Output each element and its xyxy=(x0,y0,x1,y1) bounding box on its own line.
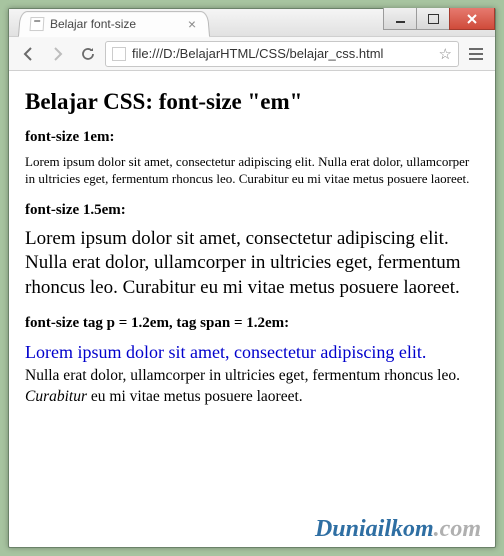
paragraph-nested: Lorem ipsum dolor sit amet, consectetur … xyxy=(25,340,479,408)
watermark-brand-tld: .com xyxy=(434,516,481,542)
toolbar: file:///D:/BelajarHTML/CSS/belajar_css.h… xyxy=(9,37,495,71)
reload-button[interactable] xyxy=(75,41,101,67)
nested-lead-span: Lorem ipsum dolor sit amet, consectetur … xyxy=(25,340,479,364)
tab-title: Belajar font-size xyxy=(50,17,187,31)
back-button[interactable] xyxy=(15,41,41,67)
paragraph-1em: Lorem ipsum dolor sit amet, consectetur … xyxy=(25,154,479,188)
address-bar[interactable]: file:///D:/BelajarHTML/CSS/belajar_css.h… xyxy=(105,41,459,67)
titlebar: Belajar font-size × xyxy=(9,9,495,37)
arrow-left-icon xyxy=(20,46,36,62)
menu-bar-icon xyxy=(469,58,483,60)
nested-body-a: Nulla erat dolor, ullamcorper in ultrici… xyxy=(25,367,460,384)
bookmark-star-icon[interactable]: ☆ xyxy=(439,45,452,63)
watermark-logo: Duniailkom.com xyxy=(315,516,481,543)
page-favicon xyxy=(29,17,44,31)
browser-tab[interactable]: Belajar font-size × xyxy=(18,11,210,37)
section-label-15em: font-size 1.5em: xyxy=(25,202,479,219)
document-icon xyxy=(112,47,126,61)
menu-button[interactable] xyxy=(463,41,489,67)
nested-italic-word: Curabitur xyxy=(25,388,87,405)
close-window-button[interactable] xyxy=(449,8,495,30)
window-controls xyxy=(384,8,495,30)
nested-body-b: eu mi vitae metus posuere laoreet. xyxy=(87,388,303,405)
menu-bar-icon xyxy=(469,53,483,55)
section-label-nested: font-size tag p = 1.2em, tag span = 1.2e… xyxy=(25,315,479,332)
paragraph-15em: Lorem ipsum dolor sit amet, consectetur … xyxy=(25,227,479,301)
close-tab-icon[interactable]: × xyxy=(185,17,198,31)
url-text: file:///D:/BelajarHTML/CSS/belajar_css.h… xyxy=(132,46,433,61)
maximize-button[interactable] xyxy=(416,8,450,30)
forward-button[interactable] xyxy=(45,41,71,67)
section-label-1em: font-size 1em: xyxy=(25,129,479,146)
reload-icon xyxy=(80,46,96,62)
menu-bar-icon xyxy=(469,48,483,50)
watermark-brand-sub: ilkom xyxy=(378,516,434,542)
page-title: Belajar CSS: font-size "em" xyxy=(25,89,479,115)
close-icon xyxy=(466,13,478,25)
minimize-button[interactable] xyxy=(383,8,417,30)
browser-window: Belajar font-size × file:///D:/BelajarHT… xyxy=(8,8,496,548)
page-content: Belajar CSS: font-size "em" font-size 1e… xyxy=(9,71,495,547)
watermark-brand-main: Dunia xyxy=(315,516,378,542)
arrow-right-icon xyxy=(50,46,66,62)
